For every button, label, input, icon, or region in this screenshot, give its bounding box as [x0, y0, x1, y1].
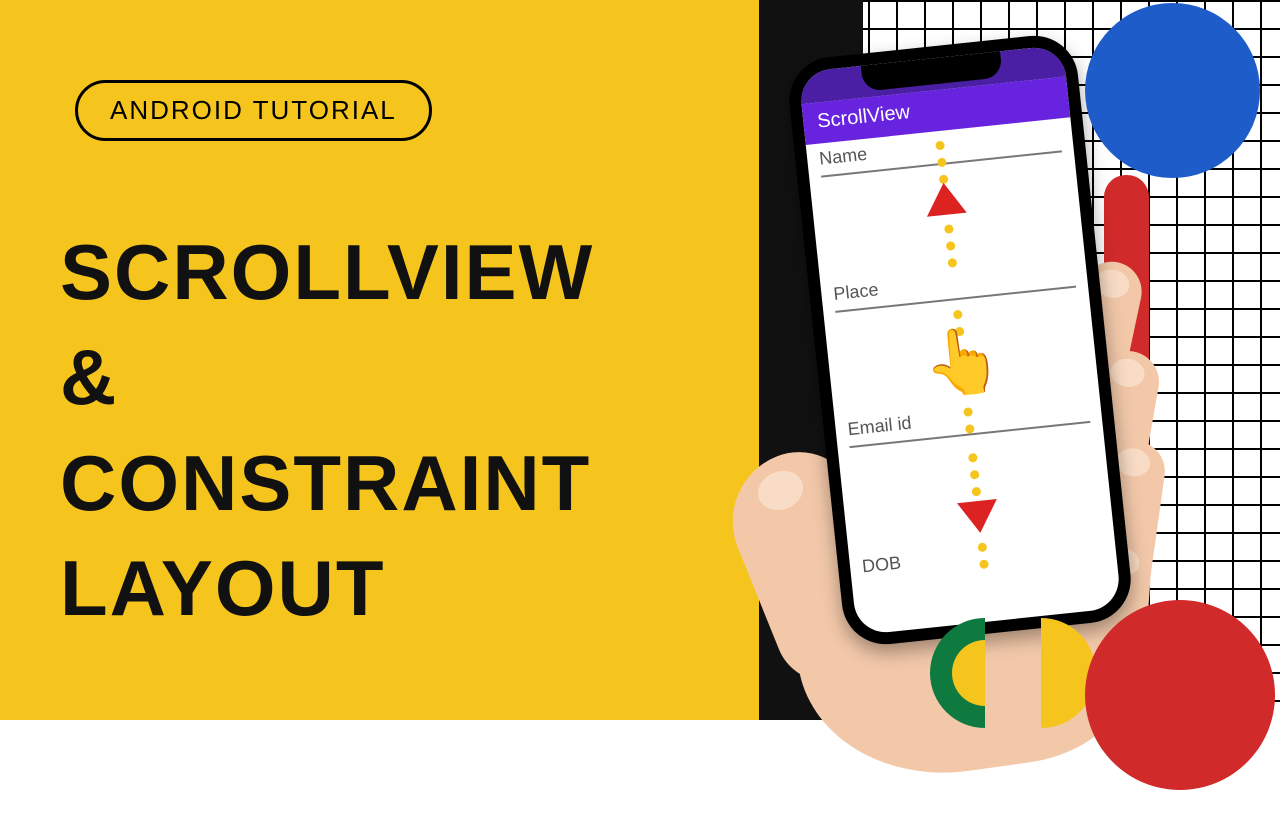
title-line-1: SCROLLVIEW	[60, 220, 760, 325]
app-bar-title: ScrollView	[816, 101, 911, 133]
pointing-hand-icon: 👆	[919, 326, 1005, 398]
field-label-name: Name	[818, 144, 868, 170]
phone-screen: ScrollView Name Place 👆	[798, 45, 1122, 636]
scroll-dots-bot1	[965, 445, 983, 505]
arrow-up-icon	[924, 181, 967, 217]
field-label-place: Place	[832, 279, 879, 305]
title-block: SCROLLVIEW & CONSTRAINT LAYOUT	[60, 220, 760, 641]
field-label-dob: DOB	[861, 552, 902, 577]
field-label-email: Email id	[847, 413, 913, 441]
red-circle-shape	[1085, 600, 1275, 790]
phone-mockup: ScrollView Name Place 👆	[785, 31, 1135, 648]
form-area: Name Place 👆 Email id	[806, 117, 1117, 584]
arrow-down-icon	[957, 499, 1000, 535]
tutorial-badge: ANDROID TUTORIAL	[75, 80, 432, 141]
badge-text: ANDROID TUTORIAL	[110, 95, 397, 125]
title-line-3: CONSTRAINT LAYOUT	[60, 431, 760, 642]
poster-panel: ANDROID TUTORIAL SCROLLVIEW & CONSTRAINT…	[0, 0, 760, 720]
blue-circle-shape	[1085, 3, 1260, 178]
title-line-2: &	[60, 325, 760, 430]
